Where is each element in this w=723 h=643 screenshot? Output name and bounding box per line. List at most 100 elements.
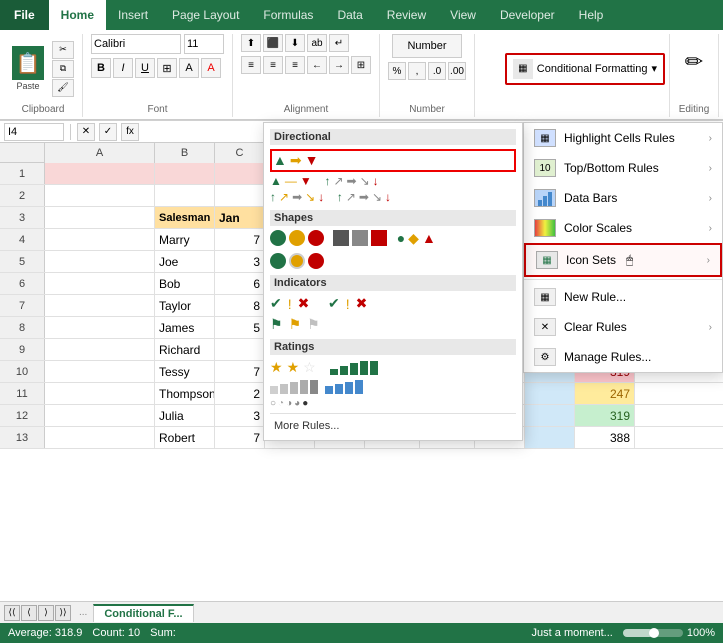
flag-green[interactable]: ⚑ <box>270 316 283 333</box>
sheet-ellipsis[interactable]: ... <box>79 607 87 618</box>
cell-B2[interactable] <box>155 185 215 206</box>
tab-view[interactable]: View <box>438 0 488 30</box>
row-num-8[interactable]: 8 <box>0 317 45 338</box>
star-empty[interactable]: ☆ <box>303 359 316 376</box>
square-red[interactable] <box>371 230 387 246</box>
number-format-button[interactable]: Number <box>392 34 462 58</box>
cell-A6[interactable] <box>45 273 155 294</box>
star-half[interactable]: ★ <box>287 359 300 376</box>
cell-J12[interactable]: 319 <box>575 405 635 426</box>
flag-yellow[interactable]: ⚑ <box>289 316 302 333</box>
cell-C4[interactable]: 7 <box>215 229 265 250</box>
indicator-check[interactable]: ✔ <box>270 295 282 312</box>
cell-A8[interactable] <box>45 317 155 338</box>
indicator-exclaim[interactable]: ! <box>288 296 292 312</box>
font-name-input[interactable] <box>91 34 181 54</box>
row-num-6[interactable]: 6 <box>0 273 45 294</box>
bar-chart-1[interactable] <box>330 361 390 375</box>
cell-C1[interactable] <box>215 163 265 184</box>
cell-C11[interactable]: 2 <box>215 383 265 404</box>
align-center-button[interactable]: ≡ <box>263 56 283 74</box>
sheet-tab-active[interactable]: Conditional F... <box>93 604 193 622</box>
cancel-button[interactable]: ✕ <box>77 123 95 141</box>
bold-button[interactable]: B <box>91 58 111 78</box>
ratings-bars[interactable] <box>270 380 370 394</box>
percent-button[interactable]: % <box>388 62 406 80</box>
cut-button[interactable]: ✂ <box>52 41 74 59</box>
row-num-2[interactable]: 2 <box>0 185 45 206</box>
increase-indent-button[interactable]: → <box>329 56 349 74</box>
menu-item-new-rule[interactable]: ▦ New Rule... <box>524 282 722 312</box>
row-num-5[interactable]: 5 <box>0 251 45 272</box>
cell-A11[interactable] <box>45 383 155 404</box>
tab-help[interactable]: Help <box>567 0 616 30</box>
row-num-13[interactable]: 13 <box>0 427 45 448</box>
format-painter-button[interactable]: 🖌 <box>52 79 74 97</box>
cell-B4[interactable]: Marry <box>155 229 215 250</box>
pie-quarter[interactable]: ◔ <box>278 398 284 409</box>
square-dark[interactable] <box>333 230 349 246</box>
directional-row-2[interactable]: ▲ — ▼ ↑ ↗ ➡ ↘ ↓ <box>270 174 516 188</box>
fill-color-button[interactable]: A <box>179 58 199 78</box>
menu-item-manage-rules[interactable]: ⚙ Manage Rules... <box>524 342 722 372</box>
italic-button[interactable]: I <box>113 58 133 78</box>
align-bottom-button[interactable]: ⬇ <box>285 34 305 52</box>
pie-half[interactable]: ◑ <box>286 398 292 409</box>
comma-button[interactable]: , <box>408 62 426 80</box>
circle-yellow[interactable] <box>289 230 305 246</box>
cell-B13[interactable]: Robert <box>155 427 215 448</box>
circle-green[interactable] <box>270 230 286 246</box>
diamond-yellow[interactable]: ◆ <box>408 230 419 247</box>
sheet-nav-next[interactable]: ⟩ <box>38 605 54 621</box>
cell-A13[interactable] <box>45 427 155 448</box>
sheet-nav-first[interactable]: ⟨⟨ <box>4 605 20 621</box>
orientation-button[interactable]: ab <box>307 34 327 52</box>
conditional-formatting-button[interactable]: ▦ Conditional Formatting ▾ <box>505 53 665 85</box>
directional-row-1[interactable]: ▲ ➡ ▼ <box>270 149 516 172</box>
row-num-3[interactable]: 3 <box>0 207 45 228</box>
tab-home[interactable]: Home <box>49 0 106 30</box>
circle-red[interactable] <box>308 230 324 246</box>
cell-B9[interactable]: Richard <box>155 339 215 360</box>
cell-A4[interactable] <box>45 229 155 250</box>
cell-A7[interactable] <box>45 295 155 316</box>
cell-B11[interactable]: Thompson <box>155 383 215 404</box>
tab-formulas[interactable]: Formulas <box>251 0 325 30</box>
cell-B12[interactable]: Julia <box>155 405 215 426</box>
cell-C3[interactable]: Jan <box>215 207 265 228</box>
menu-item-colorscales[interactable]: Color Scales › <box>524 213 722 243</box>
cell-A3[interactable] <box>45 207 155 228</box>
square-gray[interactable] <box>352 230 368 246</box>
wrap-text-button[interactable]: ↵ <box>329 34 349 52</box>
circle-empty-yellow[interactable] <box>289 253 305 269</box>
cell-A9[interactable] <box>45 339 155 360</box>
cell-A10[interactable] <box>45 361 155 382</box>
menu-item-highlight-cells[interactable]: ▦ Highlight Cells Rules › <box>524 123 722 153</box>
col-header-A[interactable]: A <box>45 143 155 163</box>
tab-developer[interactable]: Developer <box>488 0 567 30</box>
cell-B6[interactable]: Bob <box>155 273 215 294</box>
cell-C8[interactable]: 5 <box>215 317 265 338</box>
increase-decimal-button[interactable]: .00 <box>448 62 466 80</box>
row-num-9[interactable]: 9 <box>0 339 45 360</box>
tab-data[interactable]: Data <box>325 0 374 30</box>
cell-C7[interactable]: 8 <box>215 295 265 316</box>
indicator-x-2[interactable]: ✖ <box>356 295 368 312</box>
menu-item-clear-rules[interactable]: ✕ Clear Rules › <box>524 312 722 342</box>
fx-button[interactable]: fx <box>121 123 139 141</box>
cell-A2[interactable] <box>45 185 155 206</box>
cell-I12[interactable] <box>525 405 575 426</box>
row-num-7[interactable]: 7 <box>0 295 45 316</box>
flag-gray[interactable]: ⚑ <box>307 316 320 333</box>
underline-button[interactable]: U <box>135 58 155 78</box>
indicator-check-2[interactable]: ✔ <box>328 295 340 312</box>
cell-C5[interactable]: 3 <box>215 251 265 272</box>
tab-page-layout[interactable]: Page Layout <box>160 0 251 30</box>
cell-I11[interactable] <box>525 383 575 404</box>
font-color-button[interactable]: A <box>201 58 221 78</box>
pie-full[interactable]: ● <box>302 398 308 409</box>
row-num-4[interactable]: 4 <box>0 229 45 250</box>
zoom-thumb[interactable] <box>649 628 659 638</box>
col-header-C[interactable]: C <box>215 143 265 163</box>
tab-file[interactable]: File <box>0 0 49 30</box>
